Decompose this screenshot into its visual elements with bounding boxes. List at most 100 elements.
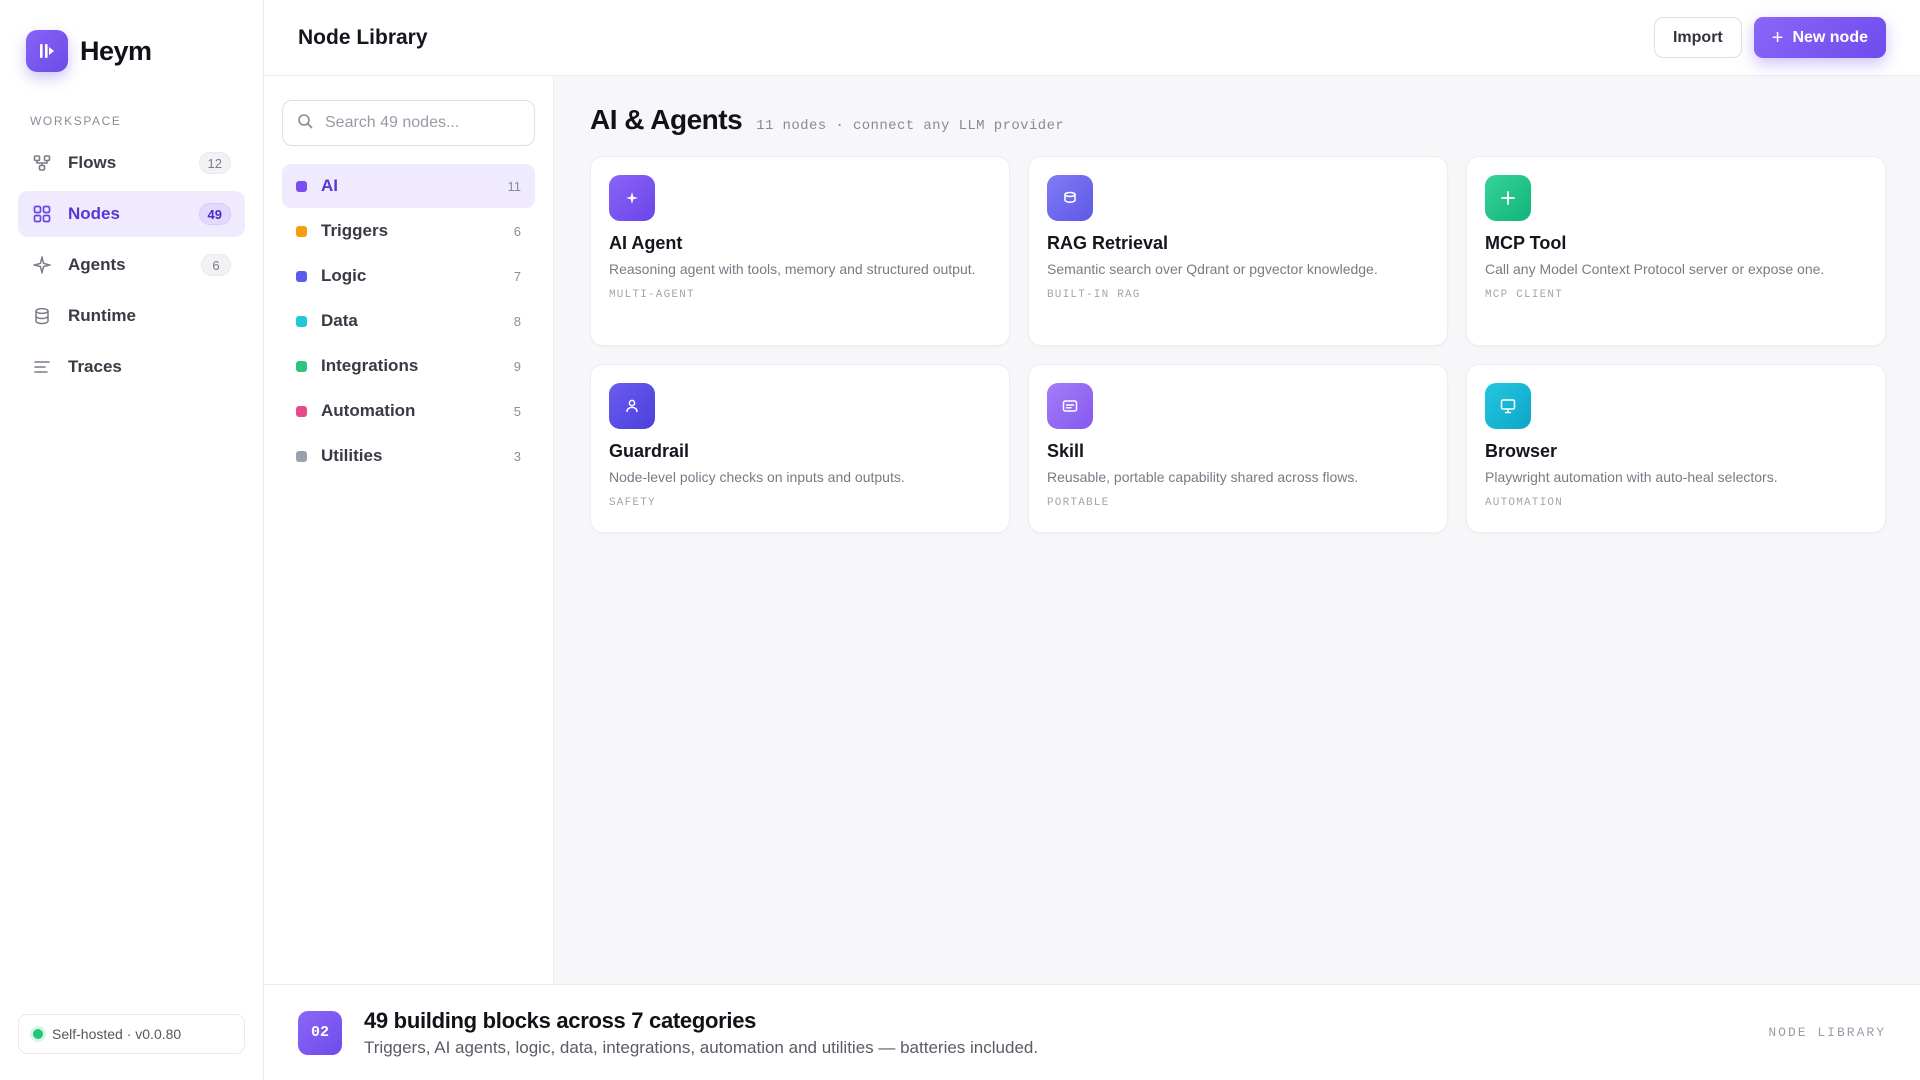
node-card-grid: AI Agent Reasoning agent with tools, mem… — [590, 156, 1886, 533]
user-icon — [609, 383, 655, 429]
category-color-dot — [296, 450, 307, 462]
content-header: AI & Agents 11 nodes · connect any LLM p… — [590, 104, 1886, 136]
card-title: MCP Tool — [1485, 233, 1567, 253]
node-card-guardrail[interactable]: Guardrail Node-level policy checks on in… — [590, 364, 1010, 533]
database-icon — [32, 306, 52, 326]
node-card-browser[interactable]: Browser Playwright automation with auto-… — [1466, 364, 1886, 533]
category-label: Automation — [321, 401, 416, 420]
category-item-automation[interactable]: Automation 5 — [282, 389, 535, 433]
body-area: AI 11 Triggers 6 Logic 7 — [264, 76, 1920, 984]
card-description: Call any Model Context Protocol server o… — [1485, 261, 1825, 277]
section-title: AI & Agents — [590, 104, 743, 135]
sidebar-item-label: Flows — [68, 153, 117, 172]
category-label: Triggers — [321, 221, 389, 240]
search-box[interactable] — [282, 100, 535, 146]
step-badge: 02 — [298, 1010, 342, 1055]
card-description: Playwright automation with auto-heal sel… — [1485, 469, 1778, 485]
card-tag: MULTI-AGENT — [609, 289, 695, 301]
sidebar-item-flows[interactable]: Flows 12 — [18, 140, 245, 186]
category-color-dot — [296, 270, 307, 282]
count-badge: 49 — [198, 203, 231, 225]
sidebar-item-runtime[interactable]: Runtime — [18, 293, 245, 339]
category-color-dot — [296, 315, 307, 327]
sidebar-item-label: Agents — [68, 255, 126, 274]
category-count: 5 — [513, 403, 521, 419]
node-card-skill[interactable]: Skill Reusable, portable capability shar… — [1028, 364, 1448, 533]
workspace-section-label: WORKSPACE — [30, 114, 122, 128]
lines-icon — [32, 357, 52, 377]
page-title: Node Library — [298, 25, 428, 49]
sidebar-item-agents[interactable]: Agents 6 — [18, 242, 245, 288]
sparkle-icon — [609, 175, 655, 221]
card-description: Reusable, portable capability shared acr… — [1047, 469, 1359, 485]
node-card-ai-agent[interactable]: AI Agent Reasoning agent with tools, mem… — [590, 156, 1010, 346]
card-tag: AUTOMATION — [1485, 497, 1564, 509]
main-area: Node Library Import + New node Search 49… — [264, 0, 1920, 1080]
new-node-label: New node — [1792, 28, 1868, 46]
category-count: 9 — [513, 358, 521, 374]
card-description: Reasoning agent with tools, memory and s… — [609, 261, 976, 277]
sidebar-item-label: Traces — [68, 357, 122, 376]
category-item-integrations[interactable]: Integrations 9 — [282, 344, 535, 388]
category-label: AI — [321, 176, 338, 195]
category-item-utilities[interactable]: Utilities 3 — [282, 434, 535, 478]
sidebar-item-label: Runtime — [68, 306, 136, 325]
flows-icon — [32, 153, 52, 173]
card-title: AI Agent — [609, 233, 683, 253]
footer-banner: 02 49 building blocks across 7 categorie… — [264, 984, 1920, 1080]
node-card-mcp-tool[interactable]: MCP Tool Call any Model Context Protocol… — [1466, 156, 1886, 346]
category-item-data[interactable]: Data 8 — [282, 299, 535, 343]
category-label: Logic — [321, 266, 367, 285]
category-panel: AI 11 Triggers 6 Logic 7 — [264, 76, 554, 984]
app-shell: Heym WORKSPACE Flows 12 Nodes 49 Agents … — [0, 0, 1920, 1080]
category-count: 11 — [507, 178, 522, 194]
card-title: Skill — [1047, 441, 1085, 461]
plus-icon — [1485, 175, 1531, 221]
category-color-dot — [296, 360, 307, 372]
card-description: Semantic search over Qdrant or pgvector … — [1047, 261, 1378, 277]
category-item-ai[interactable]: AI 11 — [282, 164, 535, 208]
category-label: Integrations — [321, 356, 419, 375]
category-color-dot — [296, 225, 307, 237]
footer-tag: NODE LIBRARY — [1768, 1025, 1886, 1040]
heym-logo-icon — [26, 30, 68, 72]
topbar: Node Library Import + New node — [264, 0, 1920, 76]
search-input[interactable] — [325, 114, 532, 132]
content-area: AI & Agents 11 nodes · connect any LLM p… — [554, 76, 1920, 984]
new-node-button[interactable]: + New node — [1753, 17, 1886, 58]
sidebar-item-nodes[interactable]: Nodes 49 — [18, 191, 245, 237]
category-item-triggers[interactable]: Triggers 6 — [282, 209, 535, 253]
category-count: 8 — [513, 313, 521, 329]
card-tag: PORTABLE — [1047, 497, 1110, 509]
sparkle-icon — [32, 255, 52, 275]
monitor-icon — [1485, 383, 1531, 429]
count-badge: 6 — [201, 254, 231, 276]
sidebar-nav: Flows 12 Nodes 49 Agents 6 Runtime Trace… — [0, 140, 263, 390]
brand[interactable]: Heym — [26, 26, 263, 76]
card-title: Browser — [1485, 441, 1558, 461]
card-description: Node-level policy checks on inputs and o… — [609, 469, 905, 485]
card-tag: BUILT-IN RAG — [1047, 289, 1141, 301]
section-subtitle: 11 nodes · connect any LLM provider — [756, 118, 1065, 134]
category-label: Utilities — [321, 446, 383, 465]
footer-text: 49 building blocks across 7 categories T… — [364, 1008, 1768, 1058]
count-badge: 12 — [198, 152, 231, 174]
category-item-logic[interactable]: Logic 7 — [282, 254, 535, 298]
brand-name: Heym — [80, 35, 152, 66]
category-list: AI 11 Triggers 6 Logic 7 Data 8 Integrat… — [282, 164, 535, 478]
database-icon — [1047, 175, 1093, 221]
card-tag: SAFETY — [609, 497, 656, 509]
status-dot — [33, 1029, 43, 1039]
host-status: Self-hosted · v0.0.80 — [18, 1014, 245, 1054]
plus-icon: + — [1771, 26, 1784, 49]
category-color-dot — [296, 180, 307, 192]
card-tag: MCP CLIENT — [1485, 289, 1564, 301]
sidebar: Heym WORKSPACE Flows 12 Nodes 49 Agents … — [0, 0, 264, 1080]
sidebar-item-traces[interactable]: Traces — [18, 344, 245, 390]
import-button[interactable]: Import — [1653, 17, 1742, 58]
card-title: RAG Retrieval — [1047, 233, 1169, 253]
sidebar-item-label: Nodes — [68, 204, 120, 223]
nodes-grid-icon — [32, 204, 52, 224]
node-card-rag-retrieval[interactable]: RAG Retrieval Semantic search over Qdran… — [1028, 156, 1448, 346]
card-icon — [1047, 383, 1093, 429]
